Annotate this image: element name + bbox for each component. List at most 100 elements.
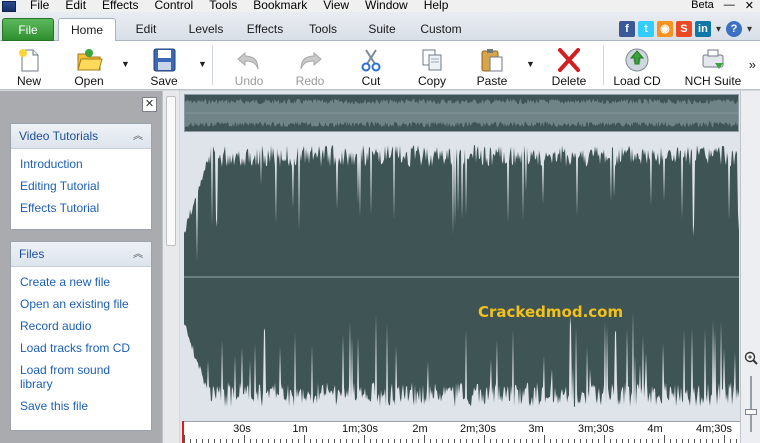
- open-button[interactable]: Open: [60, 43, 118, 88]
- menu-edit[interactable]: Edit: [57, 0, 94, 11]
- save-label: Save: [150, 74, 178, 88]
- delete-button[interactable]: Delete: [540, 43, 598, 88]
- ruler-tick: [436, 439, 437, 443]
- tab-edit[interactable]: Edit: [126, 18, 166, 41]
- ruler-tick: [592, 439, 593, 443]
- minimize-icon[interactable]: ―: [724, 0, 735, 11]
- linkedin-icon[interactable]: in: [694, 21, 711, 37]
- ruler-tick: [520, 439, 521, 443]
- timeline-ruler[interactable]: 30s 1m 1m;30s 2m 2m;30s 3m 3m;30s 4m 4m;…: [182, 421, 740, 443]
- ruler-tick: [478, 439, 479, 443]
- playhead-cursor[interactable]: [182, 421, 184, 443]
- close-icon[interactable]: ✕: [745, 0, 754, 12]
- undo-button[interactable]: Undo: [220, 43, 278, 88]
- ruler-tick: [442, 439, 443, 443]
- ruler-tick: [208, 439, 209, 443]
- save-disk-icon: [153, 48, 176, 72]
- tab-tools[interactable]: Tools: [301, 18, 345, 41]
- link-load-tracks-from-cd[interactable]: Load tracks from CD: [11, 341, 151, 355]
- open-dropdown-icon[interactable]: ▼: [121, 59, 130, 69]
- link-save-this-file[interactable]: Save this file: [11, 399, 151, 413]
- undo-label: Undo: [234, 74, 264, 88]
- paste-dropdown-icon[interactable]: ▼: [526, 59, 535, 69]
- link-record-audio[interactable]: Record audio: [11, 319, 151, 333]
- ruler-tick: [646, 439, 647, 443]
- scrollbar-thumb[interactable]: [166, 96, 176, 246]
- collapse-icon[interactable]: ︽: [133, 242, 143, 267]
- ruler-label: 2m: [412, 423, 428, 435]
- redo-button[interactable]: Redo: [281, 43, 339, 88]
- menu-file[interactable]: File: [22, 0, 57, 11]
- files-header[interactable]: Files ︽: [11, 242, 151, 267]
- link-introduction[interactable]: Introduction: [11, 157, 151, 171]
- paste-label: Paste: [476, 74, 508, 88]
- overview-waveform[interactable]: [184, 94, 739, 132]
- ruler-tick: [238, 439, 239, 443]
- stumbleupon-icon[interactable]: S: [675, 21, 692, 37]
- tab-custom[interactable]: Custom: [414, 18, 468, 41]
- save-button[interactable]: Save: [135, 43, 193, 88]
- load-cd-icon: [625, 48, 649, 72]
- zoom-in-icon[interactable]: [744, 351, 758, 365]
- zoom-slider-handle[interactable]: [745, 409, 757, 415]
- facebook-icon[interactable]: f: [618, 21, 635, 37]
- tab-effects[interactable]: Effects: [240, 18, 290, 41]
- link-create-new-file[interactable]: Create a new file: [11, 275, 151, 289]
- cut-button[interactable]: Cut: [342, 43, 400, 88]
- copy-button[interactable]: Copy: [403, 43, 461, 88]
- menu-tools[interactable]: Tools: [201, 0, 245, 11]
- tab-file[interactable]: File: [2, 18, 54, 41]
- link-editing-tutorial[interactable]: Editing Tutorial: [11, 179, 151, 193]
- ruler-tick: [604, 435, 605, 443]
- ruler-tick: [244, 435, 245, 443]
- rss-icon[interactable]: ◉: [656, 21, 673, 37]
- close-panel-button[interactable]: ✕: [142, 97, 157, 112]
- new-button[interactable]: New: [0, 43, 58, 88]
- watermark-text: Crackedmod.com: [478, 303, 624, 321]
- link-load-from-sound-library[interactable]: Load from sound library: [11, 363, 131, 391]
- ruler-tick: [472, 439, 473, 443]
- files-panel: Files ︽ Create a new file Open an existi…: [10, 241, 152, 431]
- menu-window[interactable]: Window: [357, 0, 416, 11]
- menu-view[interactable]: View: [315, 0, 357, 11]
- ruler-tick: [538, 439, 539, 443]
- nch-suite-icon: [702, 49, 724, 69]
- waveform-area[interactable]: Crackedmod.com: [180, 91, 740, 443]
- ruler-tick: [544, 435, 545, 443]
- load-cd-button[interactable]: Load CD: [608, 43, 666, 88]
- menu-help[interactable]: Help: [416, 0, 457, 11]
- open-label: Open: [74, 74, 104, 88]
- tab-levels[interactable]: Levels: [180, 18, 232, 41]
- link-effects-tutorial[interactable]: Effects Tutorial: [11, 201, 151, 215]
- nch-suite-button[interactable]: NCH Suite: [678, 43, 748, 88]
- ruler-tick: [412, 439, 413, 443]
- video-tutorials-header[interactable]: Video Tutorials ︽: [11, 124, 151, 149]
- undo-icon: [237, 51, 259, 70]
- ruler-tick: [724, 435, 725, 443]
- help-icon[interactable]: ?: [725, 21, 742, 37]
- ruler-tick: [568, 439, 569, 443]
- paste-clipboard-icon: [481, 49, 503, 72]
- chevron-down-icon[interactable]: ▾: [716, 24, 721, 35]
- ruler-label: 1m;30s: [341, 423, 379, 435]
- main-waveform[interactable]: [184, 135, 739, 430]
- save-dropdown-icon[interactable]: ▼: [198, 59, 207, 69]
- help-dropdown-icon[interactable]: ▾: [747, 24, 752, 35]
- delete-x-icon: [558, 48, 580, 72]
- menu-control[interactable]: Control: [147, 0, 202, 11]
- twitter-icon[interactable]: t: [637, 21, 654, 37]
- toolbar-overflow-button[interactable]: »: [749, 57, 756, 72]
- link-open-existing-file[interactable]: Open an existing file: [11, 297, 151, 311]
- menu-bookmark[interactable]: Bookmark: [245, 0, 315, 11]
- zoom-slider-track[interactable]: [750, 376, 752, 432]
- ruler-tick: [334, 439, 335, 443]
- tab-home[interactable]: Home: [58, 18, 116, 42]
- side-panel-scrollbar[interactable]: [162, 91, 179, 443]
- paste-button[interactable]: Paste: [463, 43, 521, 88]
- social-links: f t ◉ S in ▾ ? ▾: [618, 21, 754, 37]
- tab-suite[interactable]: Suite: [360, 18, 404, 41]
- menu-effects[interactable]: Effects: [94, 0, 146, 11]
- ruler-tick: [652, 439, 653, 443]
- collapse-icon[interactable]: ︽: [133, 124, 143, 149]
- ruler-tick: [502, 439, 503, 443]
